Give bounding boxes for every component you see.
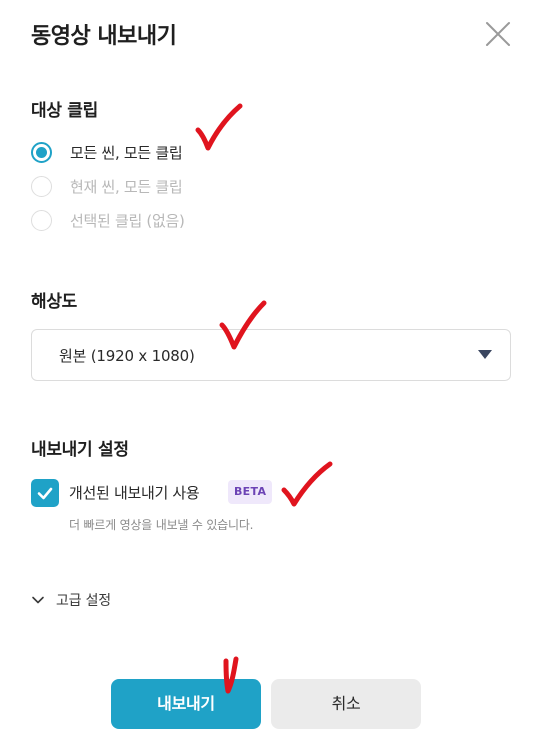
chevron-down-icon — [32, 596, 44, 604]
advanced-settings-toggle[interactable]: 고급 설정 — [31, 589, 111, 611]
advanced-settings-label: 고급 설정 — [56, 593, 111, 609]
radio-button[interactable] — [31, 209, 52, 231]
export-video-dialog: 동영상 내보내기 대상 클립 모든 씬, 모든 클립 현재 씬, 모든 클립 선… — [0, 0, 541, 752]
radio-label: 현재 씬, 모든 클립 — [70, 177, 183, 196]
resolution-section-label: 해상도 — [31, 292, 78, 312]
radio-label: 모든 씬, 모든 클립 — [70, 143, 183, 162]
radio-current-scene-all-clips[interactable]: 현재 씬, 모든 클립 — [31, 173, 183, 199]
improved-export-helper-text: 더 빠르게 영상을 내보낼 수 있습니다. — [69, 518, 254, 532]
improved-export-checkbox[interactable] — [31, 479, 59, 507]
radio-label: 선택된 클립 (없음) — [70, 211, 185, 230]
radio-selected-clips[interactable]: 선택된 클립 (없음) — [31, 207, 185, 233]
radio-button-checked[interactable] — [31, 141, 52, 163]
resolution-select[interactable]: 원본 (1920 x 1080) — [31, 329, 511, 381]
improved-export-label: 개선된 내보내기 사용 — [69, 484, 200, 502]
radio-button[interactable] — [31, 175, 52, 197]
cancel-button[interactable]: 취소 — [271, 679, 421, 729]
annotation-check-mark — [281, 461, 333, 507]
beta-badge: BETA — [228, 480, 273, 504]
caret-down-icon — [478, 350, 492, 359]
resolution-select-value: 원본 (1920 x 1080) — [59, 347, 195, 365]
clip-section-label: 대상 클립 — [31, 101, 98, 121]
dialog-title: 동영상 내보내기 — [31, 24, 177, 49]
radio-all-scenes-all-clips[interactable]: 모든 씬, 모든 클립 — [31, 139, 183, 165]
checkmark-icon — [37, 487, 53, 500]
export-settings-label: 내보내기 설정 — [31, 440, 129, 460]
export-button[interactable]: 내보내기 — [111, 679, 261, 729]
close-icon — [486, 22, 510, 46]
close-button[interactable] — [483, 19, 513, 49]
annotation-check-mark — [195, 103, 243, 151]
